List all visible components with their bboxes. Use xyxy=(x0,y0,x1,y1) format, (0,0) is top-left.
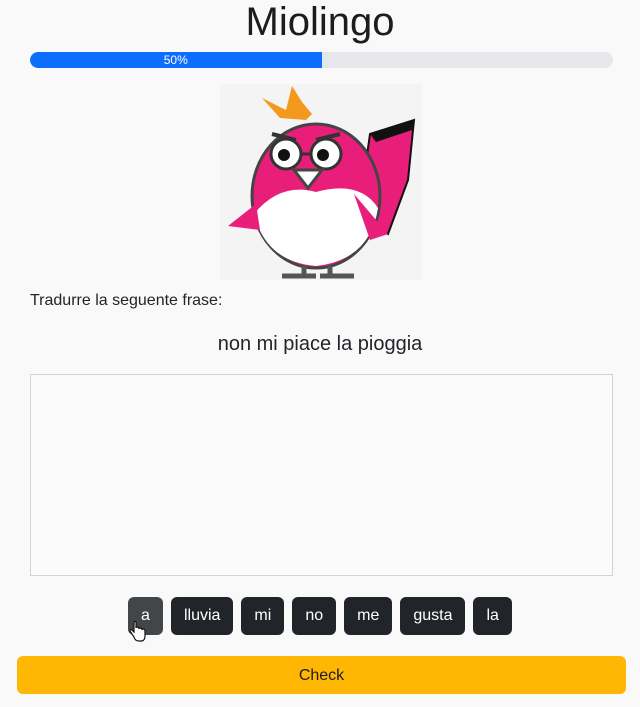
word-chip-gusta[interactable]: gusta xyxy=(400,597,466,635)
hand-pointer-cursor-icon xyxy=(128,620,146,643)
bird-mascot-icon xyxy=(220,84,422,280)
app-title: Miolingo xyxy=(245,0,395,44)
progress-fill: 50% xyxy=(30,52,322,68)
word-bank: a lluvia mi no me gusta la xyxy=(0,597,640,635)
progress-bar: 50% xyxy=(30,52,613,68)
answer-textarea[interactable] xyxy=(30,374,613,576)
word-chip-no[interactable]: no xyxy=(292,597,337,635)
word-chip-la[interactable]: la xyxy=(473,597,512,635)
word-chip-me[interactable]: me xyxy=(344,597,393,635)
word-chip-lluvia[interactable]: lluvia xyxy=(170,597,234,635)
exercise-instruction: Tradurre la seguente frase: xyxy=(30,292,223,309)
word-chip-mi[interactable]: mi xyxy=(241,597,285,635)
check-button[interactable]: Check xyxy=(17,656,626,694)
source-phrase: non mi piace la pioggia xyxy=(217,333,423,355)
